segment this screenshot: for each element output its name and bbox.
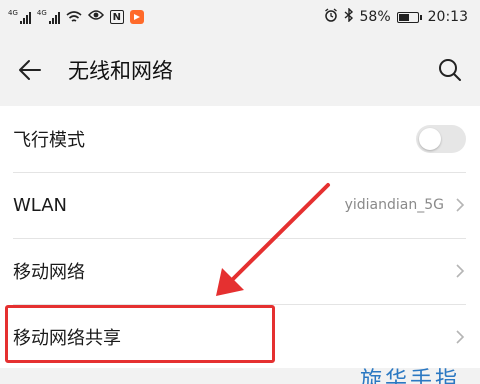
toggle-knob [419,128,441,150]
search-icon [439,59,461,81]
bottom-peek-text: 旋华手指 [360,368,461,384]
status-right: 58% 20:13 [324,7,468,26]
search-button[interactable] [434,54,466,86]
signal-icon: 4G [37,10,60,24]
settings-item-tethering[interactable]: 移动网络共享 [0,304,480,370]
wifi-icon [66,10,82,24]
eye-icon [87,9,104,25]
settings-item-wlan[interactable]: WLAN yidiandian_5G [0,172,480,238]
arrow-left-icon [19,60,41,80]
bluetooth-icon [344,7,354,26]
status-left: 4G 4G N [8,9,144,25]
status-bar: 4G 4G N 58% 20:13 [0,0,480,34]
settings-item-label: WLAN [13,194,68,216]
app-bar: 无线和网络 [0,34,480,106]
settings-list: 飞行模式 WLAN yidiandian_5G 移动网络 移动网络共享 [0,106,480,368]
settings-item-label: 飞行模式 [13,130,85,151]
chevron-right-icon [456,330,465,344]
signal-icon: 4G [8,10,31,24]
wlan-network-name: yidiandian_5G [344,197,444,213]
network-type-label: 4G [8,9,18,17]
battery-icon [396,11,422,23]
app-notification-icon [129,10,144,24]
alarm-icon [324,8,338,26]
battery-percent: 58% [359,9,391,25]
settings-item-airplane-mode[interactable]: 飞行模式 [0,106,480,172]
back-button[interactable] [14,54,46,86]
battery-fill [398,13,410,21]
chevron-right-icon [456,264,465,278]
network-type-label: 4G [36,9,47,17]
settings-item-label: 移动网络共享 [13,328,121,349]
settings-item-label: 移动网络 [13,262,85,283]
nfc-icon: N [109,10,124,24]
settings-item-mobile-network[interactable]: 移动网络 [0,238,480,304]
clock: 20:13 [427,9,468,25]
nfc-letter: N [112,11,121,23]
page-title: 无线和网络 [68,59,173,83]
chevron-right-icon [456,198,465,212]
airplane-mode-toggle[interactable] [416,125,466,153]
